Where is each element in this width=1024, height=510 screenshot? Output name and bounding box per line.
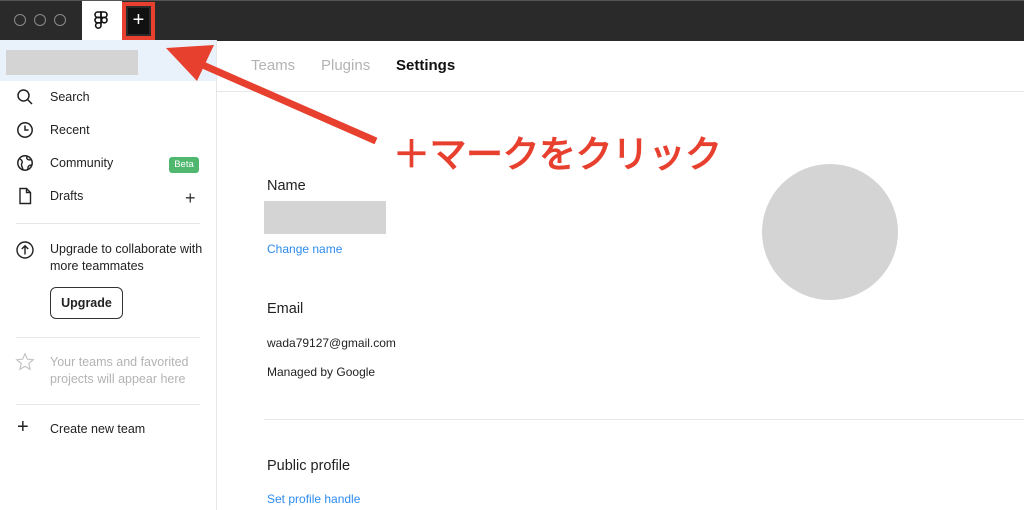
account-name-placeholder bbox=[6, 50, 138, 75]
tab-teams[interactable]: Teams bbox=[251, 57, 295, 74]
sidebar-item-label: Search bbox=[50, 90, 90, 104]
sidebar-item-label: Recent bbox=[50, 123, 90, 137]
sidebar-divider bbox=[16, 223, 200, 224]
close-window-button[interactable] bbox=[14, 14, 26, 26]
settings-tab-bar: Teams Plugins Settings bbox=[217, 40, 1024, 92]
clock-icon bbox=[17, 122, 33, 138]
sidebar: ▾ Search Recent Community Beta Drafts + bbox=[0, 40, 217, 510]
account-switcher[interactable]: ▾ bbox=[0, 40, 216, 81]
annotation-text: ＋マークをクリック bbox=[393, 133, 722, 176]
tab-plugins[interactable]: Plugins bbox=[321, 57, 370, 74]
search-icon bbox=[17, 89, 33, 105]
public-profile-heading: Public profile bbox=[267, 458, 351, 474]
new-tab-button[interactable]: + bbox=[128, 8, 149, 34]
sidebar-item-label: Drafts bbox=[50, 189, 84, 203]
teams-empty-message: Your teams and favorited projects will a… bbox=[50, 355, 189, 386]
sidebar-divider bbox=[16, 404, 200, 405]
figma-logo-icon bbox=[94, 11, 108, 29]
email-value: wada79127@gmail.com bbox=[267, 336, 396, 350]
managed-by-text: Managed by Google bbox=[267, 365, 376, 379]
new-draft-button[interactable]: + bbox=[185, 188, 196, 209]
file-icon bbox=[19, 187, 32, 205]
avatar[interactable] bbox=[762, 164, 898, 300]
sidebar-divider bbox=[16, 337, 200, 338]
arrow-up-circle-icon bbox=[16, 241, 34, 259]
set-profile-handle-link[interactable]: Set profile handle bbox=[267, 492, 360, 506]
chevron-down-icon: ▾ bbox=[186, 54, 193, 68]
create-new-team-button[interactable]: + Create new team bbox=[0, 416, 216, 444]
beta-badge: Beta bbox=[169, 157, 199, 173]
sidebar-item-search[interactable]: Search bbox=[0, 84, 216, 112]
globe-icon bbox=[17, 155, 33, 171]
window-titlebar: + bbox=[0, 0, 1024, 41]
plus-icon: + bbox=[17, 416, 29, 438]
change-name-link[interactable]: Change name bbox=[267, 242, 342, 256]
name-heading: Name bbox=[267, 178, 306, 194]
sidebar-item-recent[interactable]: Recent bbox=[0, 117, 216, 145]
upgrade-message: Upgrade to collaborate with more teammat… bbox=[50, 242, 203, 273]
tab-settings[interactable]: Settings bbox=[396, 57, 455, 74]
home-tab[interactable] bbox=[82, 1, 122, 41]
sidebar-item-label: Community bbox=[50, 156, 114, 170]
section-divider bbox=[264, 419, 1024, 420]
minimize-window-button[interactable] bbox=[34, 14, 46, 26]
sidebar-item-drafts[interactable]: Drafts bbox=[0, 183, 216, 211]
create-team-label: Create new team bbox=[50, 422, 146, 436]
upgrade-button[interactable]: Upgrade bbox=[50, 287, 123, 319]
star-icon bbox=[15, 352, 35, 371]
maximize-window-button[interactable] bbox=[54, 14, 66, 26]
email-heading: Email bbox=[267, 301, 304, 317]
name-value-placeholder bbox=[264, 201, 386, 234]
